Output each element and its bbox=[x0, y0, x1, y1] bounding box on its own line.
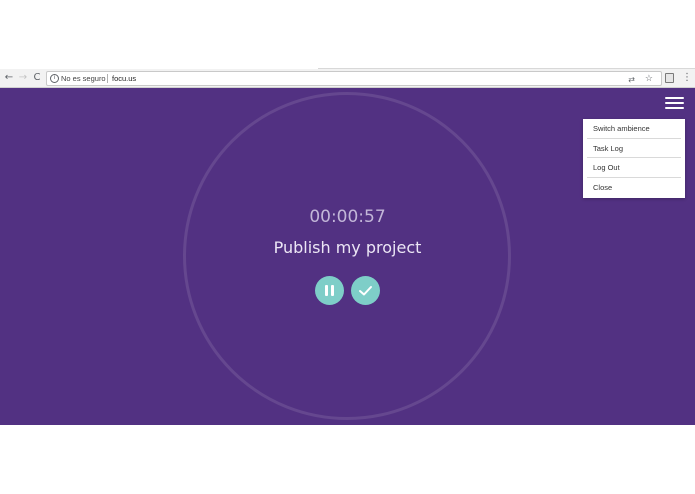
extension-icon[interactable] bbox=[665, 73, 674, 83]
focus-app: 00:00:57 Publish my project Switch ambie… bbox=[0, 88, 695, 425]
menu-item-log-out[interactable]: Log Out bbox=[587, 158, 681, 179]
hamburger-menu-icon[interactable] bbox=[665, 97, 684, 110]
hamburger-line bbox=[665, 97, 684, 99]
pause-icon bbox=[325, 285, 328, 296]
security-label[interactable]: No es seguro bbox=[61, 72, 106, 85]
translate-icon[interactable]: ⇄ bbox=[628, 73, 635, 86]
timer-display: 00:00:57 bbox=[309, 207, 386, 227]
reload-icon[interactable]: C bbox=[31, 71, 43, 85]
menu-item-close[interactable]: Close bbox=[587, 178, 681, 198]
bottom-blank-area bbox=[0, 425, 695, 494]
task-title: Publish my project bbox=[273, 238, 422, 257]
menu-item-task-log[interactable]: Task Log bbox=[587, 139, 681, 159]
browser-toolbar: ← → C i No es seguro focu.us ⇄ ☆ bbox=[0, 69, 695, 88]
address-divider bbox=[107, 74, 108, 83]
back-icon[interactable]: ← bbox=[3, 71, 15, 85]
top-blank-area bbox=[0, 0, 695, 69]
hamburger-line bbox=[665, 107, 684, 109]
url-text[interactable]: focu.us bbox=[112, 72, 136, 85]
dropdown-menu: Switch ambience Task Log Log Out Close bbox=[583, 119, 685, 198]
browser-menu-icon[interactable]: ⋮ bbox=[682, 71, 692, 85]
forward-icon[interactable]: → bbox=[17, 71, 29, 85]
menu-item-switch-ambience[interactable]: Switch ambience bbox=[587, 119, 681, 139]
bookmark-star-icon[interactable]: ☆ bbox=[645, 72, 653, 85]
info-icon[interactable]: i bbox=[50, 74, 59, 83]
hamburger-line bbox=[665, 102, 684, 104]
pause-button[interactable] bbox=[315, 276, 344, 305]
complete-task-button[interactable] bbox=[351, 276, 380, 305]
address-bar[interactable]: i No es seguro focu.us ⇄ ☆ bbox=[46, 71, 662, 86]
pause-icon-bar bbox=[331, 285, 334, 296]
check-icon bbox=[359, 286, 372, 296]
